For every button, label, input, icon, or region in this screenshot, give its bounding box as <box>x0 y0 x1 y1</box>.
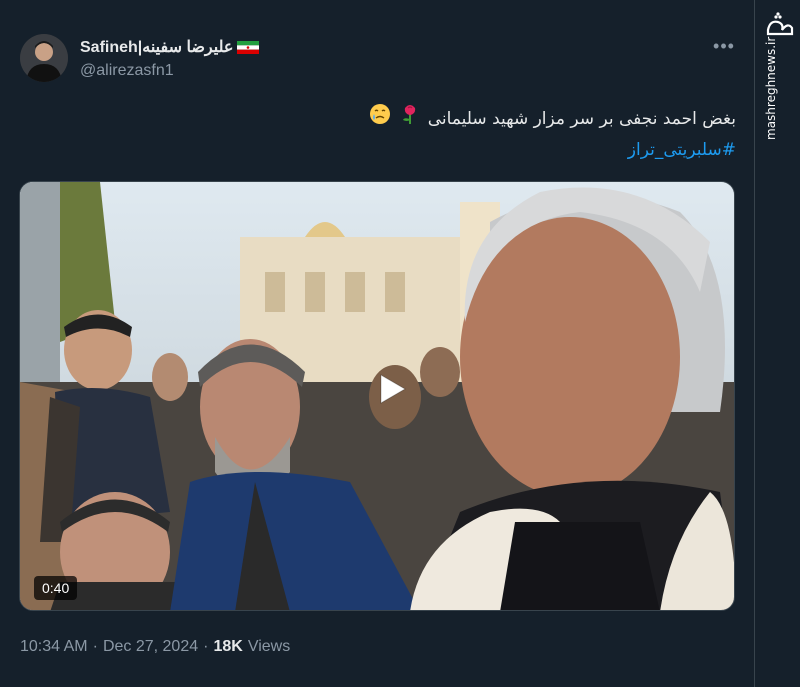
tweet-text: بغض احمد نجفی بر سر مزار شهید سلیمانی #س… <box>300 103 736 165</box>
meta-separator: · <box>203 638 209 655</box>
author-display-name[interactable]: Safineh|علیرضا سفینه <box>80 37 233 57</box>
video-player[interactable]: 0:40 <box>19 181 735 611</box>
tweet-text-line: بغض احمد نجفی بر سر مزار شهید سلیمانی <box>300 103 736 135</box>
author-handle[interactable]: @alirezasfn1 <box>80 62 259 80</box>
tweet-meta: 10:34 AM · Dec 27, 2024 · 18K Views <box>20 638 290 656</box>
tweet-date[interactable]: Dec 27, 2024 <box>103 638 198 656</box>
column-divider <box>754 0 755 687</box>
more-options-icon[interactable]: ••• <box>712 36 736 56</box>
iran-flag-icon <box>237 40 260 54</box>
tweet-time[interactable]: 10:34 AM <box>20 638 88 656</box>
rose-icon <box>400 103 420 135</box>
avatar[interactable] <box>20 34 68 82</box>
tweet-body-text: بغض احمد نجفی بر سر مزار شهید سلیمانی <box>427 109 736 129</box>
crying-face-icon <box>369 103 391 135</box>
meta-separator: · <box>92 638 98 655</box>
hashtag-link[interactable]: #سلبریتی_تراز <box>300 135 736 165</box>
views-label: Views <box>247 638 291 655</box>
play-button[interactable] <box>361 361 417 417</box>
video-duration: 0:40 <box>34 576 78 600</box>
views-count: 18K <box>213 638 243 655</box>
watermark-site: mashreghnews.ir <box>764 36 778 140</box>
